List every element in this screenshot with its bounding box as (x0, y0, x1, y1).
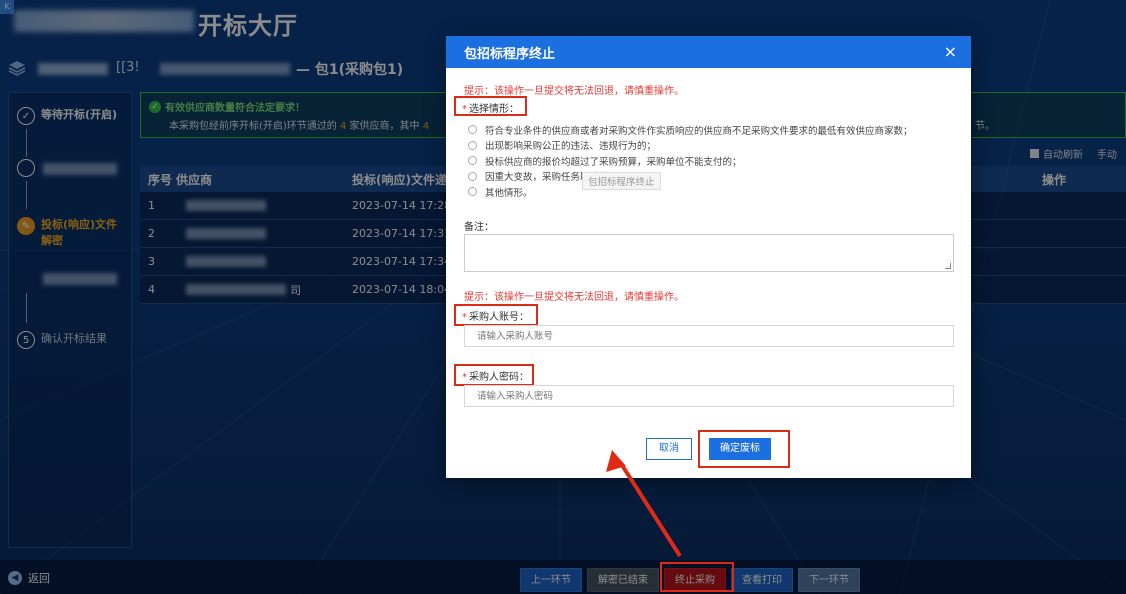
radio-option[interactable]: 因重大变故，采购任务取消的； (468, 169, 913, 185)
password-input[interactable] (464, 385, 954, 407)
radio-option[interactable]: 符合专业条件的供应商或者对采购文件作实质响应的供应商不足采购文件要求的最低有效供… (468, 122, 913, 138)
remark-textarea[interactable] (464, 234, 954, 272)
account-input[interactable] (464, 325, 954, 347)
tooltip: 包招标程序终止 (582, 172, 661, 190)
highlight-box (660, 562, 734, 592)
situation-options: 符合专业条件的供应商或者对采购文件作实质响应的供应商不足采购文件要求的最低有效供… (468, 122, 913, 200)
radio-option[interactable]: 投标供应商的报价均超过了采购预算，采购单位不能支付的； (468, 153, 913, 169)
warning-text: 提示：该操作一旦提交将无法回退，请慎重操作。 (464, 292, 684, 303)
remark-label: 备注： (464, 222, 494, 233)
dialog-title: 包招标程序终止 (464, 46, 556, 62)
highlight-box (454, 304, 538, 326)
highlight-box (454, 96, 527, 116)
highlight-box (698, 430, 790, 468)
cancel-button[interactable]: 取消 (646, 438, 692, 460)
highlight-box (454, 364, 534, 386)
terminate-dialog: 包招标程序终止 × 提示：该操作一旦提交将无法回退，请慎重操作。 * 选择情形： … (446, 36, 971, 478)
close-icon[interactable]: × (944, 44, 957, 60)
radio-option[interactable]: 其他情形。 (468, 184, 913, 200)
dialog-header: 包招标程序终止 × (446, 36, 971, 68)
resize-grip-icon[interactable] (945, 263, 951, 269)
warning-text: 提示：该操作一旦提交将无法回退，请慎重操作。 (464, 86, 684, 97)
radio-option[interactable]: 出现影响采购公正的违法、违规行为的； (468, 138, 913, 154)
